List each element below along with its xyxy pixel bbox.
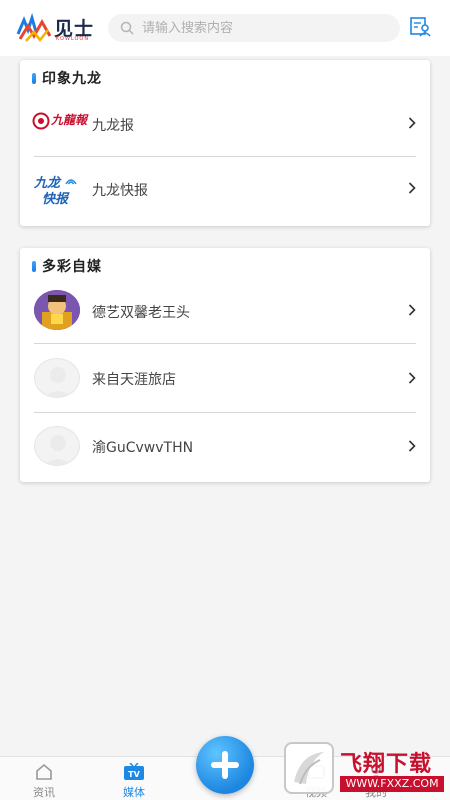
chevron-right-icon [408,304,416,316]
app-header: 见士 KOWLOON [0,0,450,56]
default-user-icon [45,367,71,397]
section-card-yinxiang-jiulong: 印象九龙 九龍報 九龙报 九龙 快报 九龙快报 [20,60,430,226]
tab-news[interactable]: 资讯 [14,757,74,800]
watermark-swoosh-icon [294,752,324,785]
section-title: 印象九龙 [32,68,102,88]
jiulong-kuaibao-logo: 九龙 快报 [34,172,82,210]
chevron-right-icon [408,182,416,194]
tab-label: 资讯 [33,786,55,799]
list-item-media-account[interactable]: 来自天涯旅店 [20,348,430,410]
search-icon [120,21,134,35]
divider [34,343,416,344]
watermark-logo [284,742,334,794]
avatar [34,290,80,330]
list-item-jiulongbao[interactable]: 九龍報 九龙报 [20,96,430,156]
item-label: 来自天涯旅店 [92,372,176,388]
item-label: 九龙快报 [92,183,148,199]
avatar-placeholder [34,358,80,398]
logo-text: 九龍報 [51,113,88,127]
add-button[interactable] [196,736,254,794]
tab-label: 媒体 [123,786,145,799]
chevron-right-icon [408,117,416,129]
watermark-url: WWW.FXXZ.COM [340,776,444,792]
list-item-jiulong-kuaibao[interactable]: 九龙 快报 九龙快报 [20,160,430,222]
chevron-right-icon [408,440,416,452]
tv-badge-text: TV [128,770,140,779]
signal-waves-icon [65,179,77,185]
item-label: 九龙报 [92,118,134,134]
tv-icon: TV [124,763,144,780]
watermark: 飞翔下载 WWW.FXXZ.COM [284,742,450,800]
user-search-icon[interactable] [410,17,432,37]
avatar-cartoon-icon [34,290,80,330]
chevron-right-icon [408,372,416,384]
newspaper-logo-icon [32,112,50,130]
section-title-text: 多彩自媒 [42,259,102,275]
title-accent-bar [32,260,36,272]
item-label: 渝GuCvwvTHN [92,440,194,456]
list-item-media-account[interactable]: 渝GuCvwvTHN [20,416,430,478]
title-accent-bar [32,72,36,84]
divider [34,412,416,413]
watermark-title: 飞翔下载 [340,752,433,777]
search-bar[interactable] [108,14,400,42]
logo-waves-icon [16,12,52,43]
plus-icon-vertical [222,751,228,779]
home-icon [36,763,52,780]
default-user-icon [45,435,71,465]
search-input[interactable] [142,14,392,42]
jiulongbao-logo: 九龍報 [32,110,88,132]
list-item-media-account[interactable]: 德艺双馨老王头 [20,286,430,342]
logo-subtext: KOWLOON [56,36,90,42]
logo-text-bottom: 快报 [42,192,69,207]
section-title-text: 印象九龙 [42,71,102,87]
section-title: 多彩自媒 [32,256,102,276]
app-logo[interactable]: 见士 KOWLOON [16,12,98,43]
item-label: 德艺双馨老王头 [92,305,190,321]
avatar-placeholder [34,426,80,466]
divider [34,156,416,157]
tab-media[interactable]: TV 媒体 [104,757,164,800]
section-card-duocai-zimei: 多彩自媒 德艺双馨老王头 来自天涯旅店 渝GuCvwvTHN [20,248,430,482]
